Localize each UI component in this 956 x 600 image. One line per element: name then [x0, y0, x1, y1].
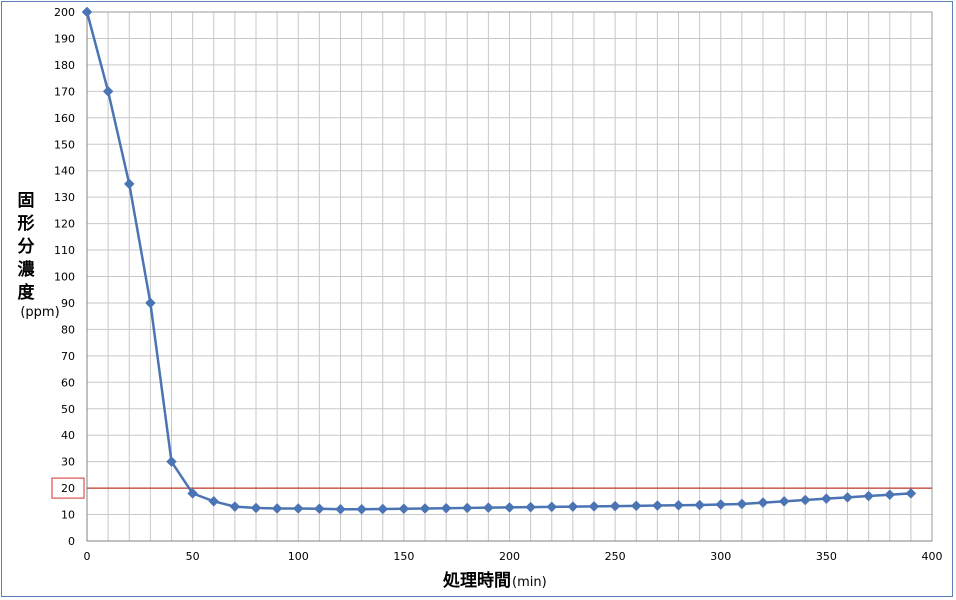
- data-point: [377, 503, 389, 515]
- data-point: [419, 503, 431, 514]
- y-tick-label: 50: [61, 403, 75, 416]
- data-point: [778, 495, 790, 507]
- y-tick-label: 130: [54, 191, 75, 204]
- data-point: [905, 488, 917, 499]
- data-point: [842, 492, 853, 503]
- data-point: [483, 502, 494, 514]
- y-tick-label: 100: [54, 271, 75, 284]
- x-tick-label: 250: [605, 550, 626, 563]
- data-point: [567, 501, 579, 512]
- y-tick-label: 120: [54, 218, 75, 231]
- data-point: [208, 495, 220, 507]
- data-point: [292, 503, 304, 514]
- y-tick-label: 90: [61, 297, 75, 310]
- y-tick-label: 60: [61, 376, 75, 389]
- data-point: [102, 85, 114, 97]
- grid: [86, 11, 933, 542]
- y-tick-label: 190: [54, 32, 75, 45]
- x-tick-label: 50: [186, 550, 200, 563]
- y-tick-label: 70: [61, 350, 75, 363]
- data-point: [736, 498, 748, 510]
- series-group: [81, 6, 917, 515]
- y-tick-label: 30: [61, 456, 75, 469]
- x-tick-labels: 0 50 100 150 200 250 300 350 400: [84, 550, 943, 563]
- x-axis-title: 処理時間: [442, 570, 511, 591]
- data-point: [546, 501, 558, 513]
- y-tick-label: 200: [54, 6, 75, 19]
- y-tick-label: 80: [61, 323, 75, 336]
- data-point: [356, 503, 367, 515]
- data-point: [884, 489, 896, 501]
- data-point: [757, 497, 769, 509]
- data-point: [335, 503, 346, 515]
- data-point: [504, 502, 515, 513]
- y-tick-label: 110: [54, 244, 75, 257]
- data-point: [630, 500, 642, 512]
- data-point: [271, 503, 283, 514]
- data-point: [588, 500, 600, 512]
- data-point: [123, 178, 135, 190]
- y-axis-unit: (ppm): [20, 305, 59, 320]
- y-axis-title: 固形分濃度: [18, 191, 36, 303]
- y-tick-label: 150: [54, 138, 75, 151]
- y-tick-label: 160: [54, 112, 75, 125]
- data-point: [461, 502, 473, 514]
- data-point: [863, 490, 874, 502]
- x-tick-label: 300: [710, 550, 731, 563]
- data-point: [440, 502, 452, 514]
- data-point: [652, 500, 663, 511]
- x-tick-label: 400: [922, 550, 943, 563]
- x-axis-title-group: 処理時間 (min): [442, 570, 547, 591]
- y-tick-label: 0: [68, 535, 75, 548]
- x-tick-label: 350: [816, 550, 837, 563]
- data-point: [398, 503, 410, 515]
- y-tick-label: 180: [54, 59, 75, 72]
- data-point: [250, 502, 262, 514]
- x-tick-label: 150: [393, 550, 414, 563]
- y-tick-label: 40: [61, 429, 75, 442]
- y-tick-label: 20: [61, 482, 75, 495]
- data-point: [694, 499, 705, 511]
- y-tick-label: 10: [61, 509, 75, 522]
- data-point: [821, 493, 832, 505]
- data-point: [525, 501, 536, 513]
- series-line: [85, 11, 911, 511]
- x-tick-label: 200: [499, 550, 520, 563]
- x-axis-unit: (min): [512, 575, 547, 590]
- data-point: [229, 501, 241, 512]
- chart: 0 10 20 30 40 50 60 70 80 90 100 110 120 130 140 150 160…: [18, 6, 943, 591]
- y-tick-labels: 0 10 20 30 40 50 60 70 80 90 100 110 120 130 140 150 160…: [54, 6, 75, 548]
- data-point: [715, 499, 727, 510]
- y-tick-label: 140: [54, 165, 75, 178]
- x-tick-label: 100: [288, 550, 309, 563]
- data-point: [673, 499, 684, 511]
- data-point: [145, 297, 156, 309]
- data-point: [609, 500, 621, 512]
- data-point: [81, 6, 93, 18]
- x-tick-label: 0: [84, 550, 91, 563]
- data-point: [799, 494, 811, 506]
- y-tick-label: 170: [54, 85, 75, 98]
- data-point: [314, 503, 325, 515]
